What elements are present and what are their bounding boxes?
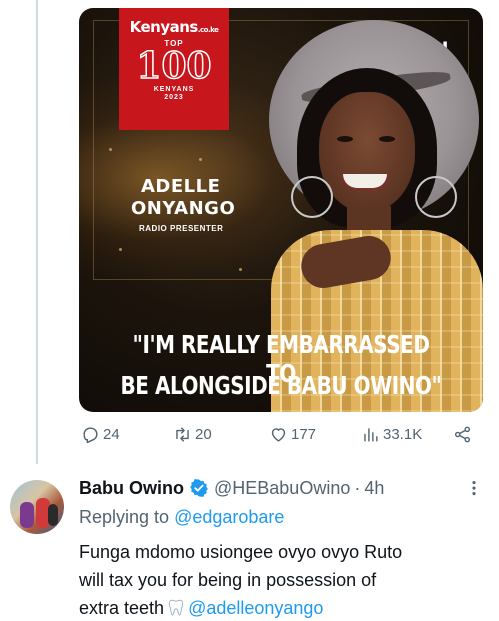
verified-icon — [190, 479, 208, 497]
portrait-earring — [291, 176, 333, 218]
like-icon — [271, 428, 286, 442]
quote-line-2: BE ALONGSIDE BABU OWINO" — [120, 371, 442, 400]
avatar[interactable] — [10, 480, 64, 534]
repost-icon — [176, 427, 189, 442]
separator-dot: · — [354, 477, 361, 498]
display-name[interactable]: Babu Owino — [79, 478, 184, 499]
sparkle — [119, 248, 122, 251]
views-count: 33.1K — [383, 426, 423, 443]
portrait-earring — [415, 176, 457, 218]
sparkle — [109, 148, 112, 151]
reply-body-line: Funga mdomo usiongee ovyo ovyo Ruto — [79, 542, 403, 562]
reply-body-line: extra teeth @adelleonyango — [79, 594, 489, 621]
reply-button[interactable]: 24 — [81, 425, 120, 444]
top100-badge: Kenyans.co.ke TOP 100 KENYANS 2023 — [119, 8, 229, 130]
more-icon[interactable] — [462, 478, 486, 500]
views-icon — [364, 428, 378, 442]
reply-icon — [83, 427, 98, 444]
avatar-figure — [48, 504, 58, 526]
sparkle — [239, 268, 242, 271]
person-role: RADIO PRESENTER — [139, 224, 224, 233]
replying-to-mention[interactable]: @edgarobare — [174, 507, 284, 527]
tweet-media-image[interactable]: Kenyans.co.ke TOP 100 KENYANS 2023 BNN A… — [79, 8, 483, 412]
replying-to: Replying to @edgarobare — [79, 507, 284, 528]
reply-body-text: extra teeth — [79, 598, 165, 618]
portrait-eye — [379, 136, 395, 142]
badge-sub-label: KENYANS — [153, 86, 195, 93]
person-first-name: ADELLE — [141, 176, 221, 197]
user-handle[interactable]: @HEBabuOwino — [214, 478, 350, 499]
like-button[interactable]: 177 — [269, 425, 316, 444]
share-button[interactable] — [453, 425, 475, 444]
reply-body: Funga mdomo usiongee ovyo ovyo Ruto will… — [79, 538, 489, 621]
badge-year: 2023 — [164, 94, 184, 101]
repost-button[interactable]: 20 — [173, 425, 212, 444]
person-last-name: ONYANGO — [131, 198, 236, 219]
reply-header: Babu Owino @HEBabuOwino · 4h — [79, 476, 499, 500]
reply-count: 24 — [103, 426, 120, 443]
body-mention[interactable]: @adelleonyango — [188, 598, 323, 618]
tweet-action-bar: 24 20 177 33.1K — [79, 425, 483, 453]
avatar-figure — [20, 502, 34, 528]
share-icon — [454, 426, 471, 443]
badge-brand: Kenyans.co.ke — [129, 18, 219, 36]
sparkle — [199, 158, 202, 161]
tooth-icon — [168, 599, 184, 616]
badge-number: 100 — [136, 45, 213, 87]
thread-line — [36, 0, 38, 464]
like-count: 177 — [291, 426, 317, 443]
timestamp[interactable]: 4h — [364, 478, 384, 499]
repost-count: 20 — [195, 426, 212, 443]
replying-to-prefix: Replying to — [79, 507, 170, 527]
portrait-face — [319, 92, 415, 212]
reply-body-line: will tax you for being in possession of — [79, 570, 377, 590]
views-button[interactable]: 33.1K — [361, 425, 422, 444]
portrait-eye — [337, 136, 353, 142]
